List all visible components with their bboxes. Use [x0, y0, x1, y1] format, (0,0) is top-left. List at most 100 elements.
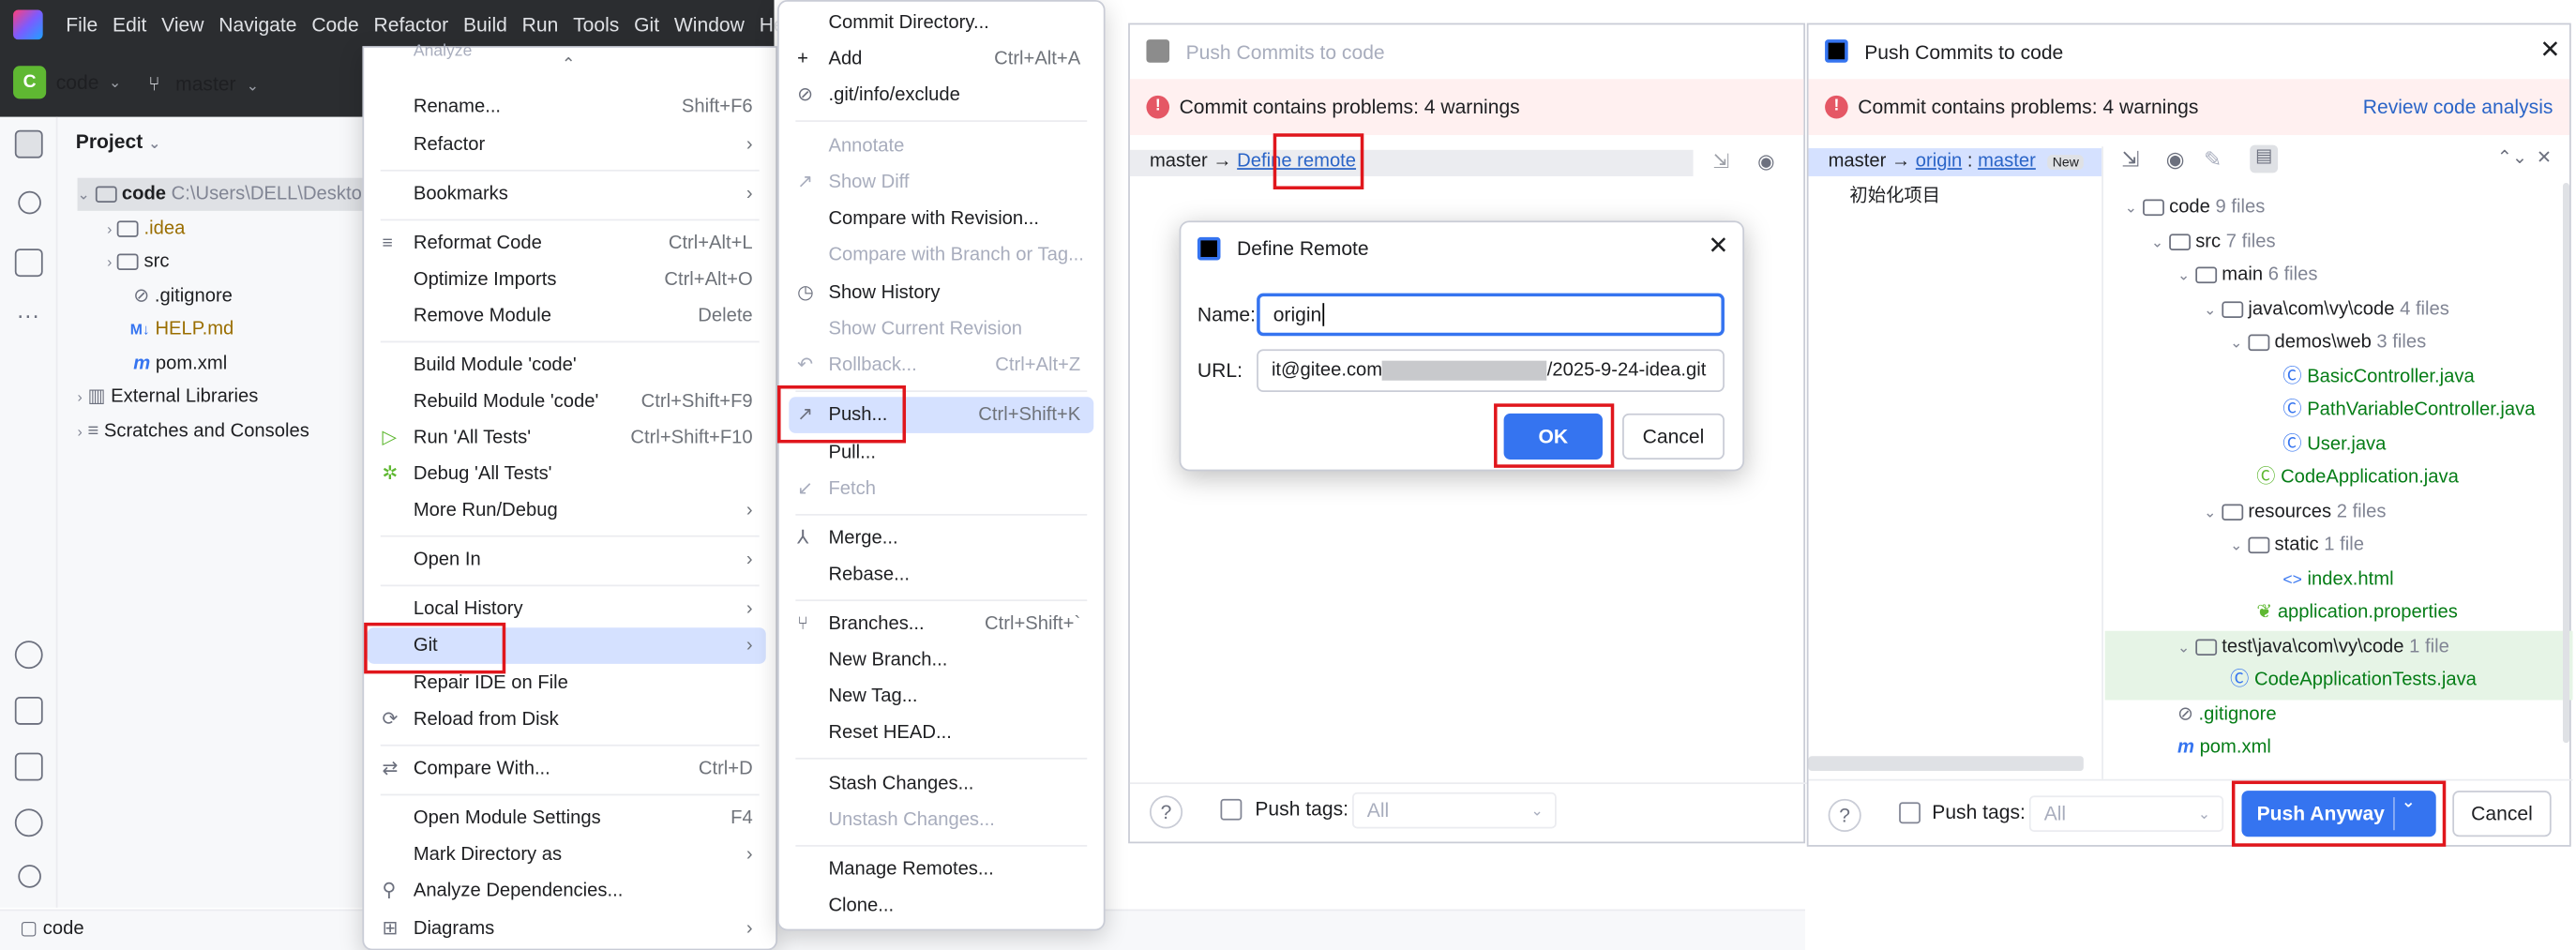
menu-item-reformat-code[interactable]: ≡ Reformat Code Ctrl+Alt+L — [374, 226, 766, 263]
tree-file-index-html[interactable]: <> index.html — [2282, 564, 2393, 596]
push-tags-select[interactable]: All ⌄ — [1352, 792, 1557, 829]
menu-item-reload-from-disk[interactable]: ⟳ Reload from Disk — [374, 701, 766, 738]
menu-item-more-run-debug[interactable]: More Run/Debug › — [374, 492, 766, 529]
menu-navigate[interactable]: Navigate — [218, 13, 296, 37]
tree-file-code-application-tests[interactable]: Ⓒ CodeApplicationTests.java — [2230, 664, 2477, 697]
review-code-analysis-link[interactable]: Review code analysis — [2363, 79, 2553, 135]
horizontal-scrollbar[interactable] — [1808, 756, 2084, 771]
remote-name-input[interactable]: origin — [1257, 293, 1725, 337]
collapse-icon[interactable]: ⇲ — [1713, 150, 1730, 173]
push-tags-checkbox[interactable] — [1220, 798, 1243, 821]
menu-item-run-all-tests[interactable]: ▷ Run 'All Tests' Ctrl+Shift+F10 — [374, 420, 766, 457]
tree-row-src[interactable]: › src — [107, 246, 169, 279]
pane-divider[interactable] — [2101, 146, 2103, 779]
push-tags-select[interactable]: All ⌄ — [2028, 795, 2224, 832]
push-tags-checkbox[interactable] — [1899, 802, 1921, 824]
menu-view[interactable]: View — [161, 13, 203, 37]
tree-file-application-properties[interactable]: ❦ application.properties — [2256, 596, 2458, 629]
run-icon[interactable] — [14, 641, 43, 670]
tree-file-code-application[interactable]: Ⓒ CodeApplication.java — [2256, 461, 2459, 494]
git-item-show-current-revision[interactable]: Show Current Revision — [789, 311, 1093, 348]
git-item-pull[interactable]: Pull... — [789, 435, 1093, 472]
tree-row-idea[interactable]: › .idea — [107, 213, 185, 246]
remote-name-link[interactable]: origin — [1916, 152, 1962, 172]
menu-item-repair-ide[interactable]: Repair IDE on File — [374, 666, 766, 702]
menu-item-rebuild-module[interactable]: Rebuild Module 'code' Ctrl+Shift+F9 — [374, 384, 766, 420]
more-dots-icon[interactable]: ··· — [17, 301, 40, 327]
git-item-new-tag[interactable]: New Tag... — [789, 679, 1093, 716]
tree-row-scratches[interactable]: › ≡ Scratches and Consoles — [78, 415, 309, 448]
tree-node-resources[interactable]: ⌄ resources 2 files — [2204, 496, 2386, 529]
menu-item-open-module-settings[interactable]: Open Module Settings F4 — [374, 801, 766, 837]
menu-item-bookmarks[interactable]: Bookmarks › — [374, 176, 766, 213]
cancel-button[interactable]: Cancel — [1622, 413, 1725, 460]
tree-node-src[interactable]: ⌄ src 7 files — [2151, 226, 2276, 259]
menu-item-rename[interactable]: Rename... Shift+F6 — [374, 89, 766, 126]
menu-item-remove-module[interactable]: Remove Module Delete — [374, 298, 766, 335]
git-item-commit-directory[interactable]: Commit Directory... — [789, 5, 1093, 41]
menu-refactor[interactable]: Refactor — [374, 13, 449, 37]
git-item-exclude[interactable]: ⊘ .git/info/exclude — [789, 78, 1093, 114]
tree-row-external-libs[interactable]: › ▥ External Libraries — [78, 381, 259, 414]
tree-file-user[interactable]: Ⓒ User.java — [2282, 429, 2386, 461]
git-item-manage-remotes[interactable]: Manage Remotes... — [789, 852, 1093, 888]
tree-node-code[interactable]: ⌄ code 9 files — [2125, 191, 2266, 224]
git-item-show-diff[interactable]: ↗ Show Diff — [789, 165, 1093, 202]
remote-url-input[interactable]: it@gitee.com/2025-9-24-idea.git — [1257, 349, 1725, 393]
expand-all-icon[interactable]: ⌃⌄ — [2497, 146, 2527, 168]
close-icon[interactable]: ✕ — [1708, 231, 1728, 261]
scroll-up-icon[interactable]: ⌃ — [562, 56, 576, 74]
tree-node-java-package[interactable]: ⌄ java\com\vy\code 4 files — [2204, 294, 2449, 326]
menu-item-build-module[interactable]: Build Module 'code' — [374, 348, 766, 385]
tree-file-pom[interactable]: m pom.xml — [2177, 731, 2271, 764]
menu-item-local-history[interactable]: Local History › — [374, 592, 766, 628]
git-item-compare-branch[interactable]: Compare with Branch or Tag... — [789, 237, 1093, 274]
tree-row-help-md[interactable]: M↓ HELP.md — [130, 313, 234, 346]
eye-icon[interactable]: ◉ — [1757, 150, 1774, 173]
git-item-add[interactable]: + Add Ctrl+Alt+A — [789, 41, 1093, 78]
edit-pencil-icon[interactable]: ✎ — [2204, 146, 2222, 173]
help-button[interactable]: ? — [1149, 795, 1183, 829]
build-hammer-icon[interactable] — [14, 696, 43, 725]
menu-edit[interactable]: Edit — [113, 13, 146, 37]
menu-run[interactable]: Run — [522, 13, 559, 37]
tree-row-code[interactable]: ⌄ code C:\Users\DELL\Desktop\ — [77, 177, 378, 211]
remote-branch-link[interactable]: master — [1978, 152, 2036, 172]
project-folder-icon[interactable] — [14, 129, 43, 158]
branch-switcher[interactable]: ⑂ master ⌄ — [148, 72, 259, 96]
project-pane-title[interactable]: Project ⌄ — [76, 130, 161, 154]
menu-item-diagrams[interactable]: ⊞ Diagrams › — [374, 911, 766, 947]
menu-item-open-in[interactable]: Open In › — [374, 542, 766, 579]
tree-file-basic-controller[interactable]: Ⓒ BasicController.java — [2282, 361, 2474, 394]
menu-item-refactor[interactable]: Refactor › — [374, 127, 766, 163]
tree-file-path-variable-controller[interactable]: Ⓒ PathVariableController.java — [2282, 394, 2535, 427]
tree-node-static[interactable]: ⌄ static 1 file — [2230, 529, 2364, 562]
git-item-branches[interactable]: ⑂ Branches... Ctrl+Shift+` — [789, 606, 1093, 642]
git-item-compare-revision[interactable]: Compare with Revision... — [789, 201, 1093, 237]
git-item-show-history[interactable]: ◷ Show History — [789, 275, 1093, 311]
collapse-all-icon[interactable]: ✕ — [2537, 146, 2552, 168]
tree-file-gitignore[interactable]: ⊘ .gitignore — [2177, 699, 2277, 731]
close-icon[interactable]: ✕ — [2539, 35, 2560, 65]
group-by-icon[interactable]: ▤ — [2250, 144, 2279, 173]
terminal-icon[interactable] — [14, 752, 43, 781]
menu-item-analyze-dependencies[interactable]: ⚲ Analyze Dependencies... — [374, 873, 766, 910]
menu-item-compare-with[interactable]: ⇄ Compare With... Ctrl+D — [374, 751, 766, 788]
tree-row-pom[interactable]: m pom.xml — [133, 348, 227, 381]
menu-item-optimize-imports[interactable]: Optimize Imports Ctrl+Alt+O — [374, 262, 766, 298]
tree-row-gitignore[interactable]: ⊘ .gitignore — [133, 280, 233, 313]
commit-message[interactable]: 初始化项目 — [1849, 181, 1940, 207]
tree-node-demos-web[interactable]: ⌄ demos\web 3 files — [2230, 326, 2426, 359]
git-item-unstash[interactable]: Unstash Changes... — [789, 802, 1093, 838]
git-icon[interactable] — [18, 865, 41, 888]
menu-item-mark-directory[interactable]: Mark Directory as › — [374, 837, 766, 873]
menu-window[interactable]: Window — [674, 13, 745, 37]
git-item-reset-head[interactable]: Reset HEAD... — [789, 715, 1093, 751]
commit-icon[interactable] — [18, 190, 41, 215]
menu-file[interactable]: File — [66, 13, 98, 37]
help-button[interactable]: ? — [1828, 798, 1861, 832]
menu-git[interactable]: Git — [634, 13, 659, 37]
collapse-icon[interactable]: ⇲ — [2121, 146, 2139, 173]
git-item-rollback[interactable]: ↶ Rollback... Ctrl+Alt+Z — [789, 348, 1093, 385]
git-item-stash[interactable]: Stash Changes... — [789, 766, 1093, 803]
